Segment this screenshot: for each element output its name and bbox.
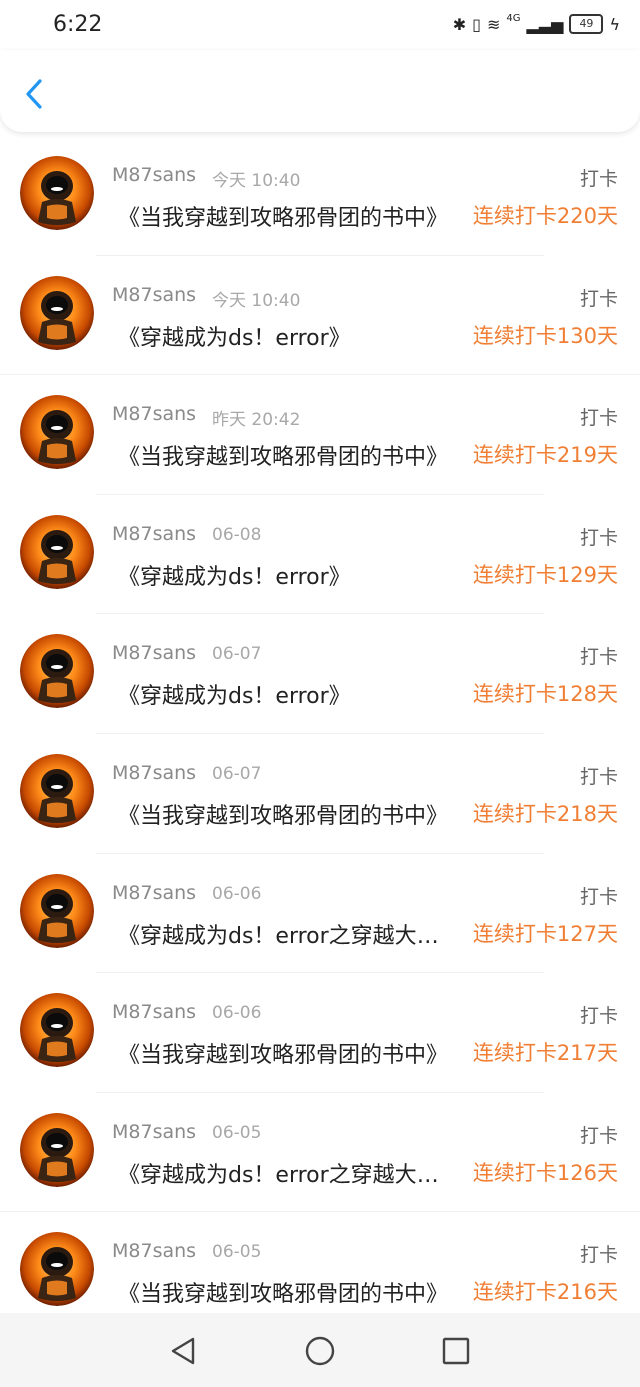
home-circle-icon[interactable] [304, 1335, 336, 1367]
battery-level: 49 [579, 17, 594, 30]
back-chevron-icon[interactable] [18, 76, 54, 112]
action-label: 打卡 [579, 168, 618, 190]
action-label: 打卡 [579, 407, 618, 430]
book-title[interactable]: 《当我穿越到攻略邪骨团的书中》 [118, 798, 460, 830]
book-title[interactable]: 《穿越成为ds！error》 [118, 678, 460, 710]
list-item[interactable]: M87sans 06-05 打卡 《穿越成为ds！error之穿越大冒险》 连续… [0, 1093, 640, 1213]
avatar[interactable] [20, 395, 94, 470]
list-item[interactable]: M87sans 06-07 打卡 《当我穿越到攻略邪骨团的书中》 连续打卡218… [0, 734, 640, 854]
status-icons: ✱ ▯ ≋ 4G ▂▃▅ 49 ϟ [452, 12, 620, 34]
signal-icon: ▂▃▅ [526, 14, 564, 34]
list-item[interactable]: M87sans 06-07 打卡 《穿越成为ds！error》 连续打卡128天 [0, 614, 640, 734]
username[interactable]: M87sans [112, 882, 196, 904]
username[interactable]: M87sans [112, 1121, 196, 1143]
post-time: 昨天 20:42 [212, 410, 301, 431]
vibrate-icon: ▯ [472, 14, 481, 34]
action-label: 打卡 [579, 646, 618, 669]
recents-square-icon[interactable] [440, 1335, 472, 1367]
action-label: 打卡 [579, 765, 618, 788]
avatar[interactable] [20, 514, 94, 589]
streak-label: 连续打卡218天 [472, 801, 618, 826]
avatar[interactable] [20, 1232, 94, 1307]
book-title[interactable]: 《穿越成为ds！error之穿越大冒险》 [118, 1157, 460, 1189]
username[interactable]: M87sans [112, 762, 196, 784]
username[interactable]: M87sans [112, 1001, 196, 1023]
post-time: 06-05 [212, 1122, 262, 1143]
book-title[interactable]: 《穿越成为ds！error》 [118, 559, 460, 591]
nav-back-button[interactable] [167, 1335, 199, 1367]
streak-label: 连续打卡217天 [472, 1041, 618, 1066]
post-time: 06-06 [212, 1003, 262, 1024]
username[interactable]: M87sans [112, 164, 196, 186]
post-time: 06-07 [212, 644, 262, 665]
post-time: 06-05 [212, 1242, 262, 1263]
streak-label: 连续打卡130天 [472, 323, 618, 348]
action-label: 打卡 [579, 526, 618, 549]
book-title[interactable]: 《穿越成为ds！error》 [118, 320, 460, 352]
top-header [0, 50, 640, 132]
list-item[interactable]: M87sans 今天 10:40 打卡 《穿越成为ds！error》 连续打卡1… [0, 256, 640, 376]
post-time: 今天 10:40 [212, 290, 301, 311]
book-title[interactable]: 《当我穿越到攻略邪骨团的书中》 [118, 439, 460, 471]
action-label: 打卡 [579, 1244, 618, 1267]
streak-label: 连续打卡127天 [472, 921, 618, 946]
username[interactable]: M87sans [112, 284, 196, 306]
list-item[interactable]: M87sans 昨天 20:42 打卡 《当我穿越到攻略邪骨团的书中》 连续打卡… [0, 375, 640, 495]
avatar[interactable] [20, 1112, 94, 1187]
username[interactable]: M87sans [112, 642, 196, 664]
streak-label: 连续打卡126天 [472, 1160, 618, 1185]
wifi-icon: ≋ [486, 14, 501, 34]
avatar[interactable] [20, 753, 94, 828]
network-type: 4G [506, 12, 521, 24]
book-title[interactable]: 《当我穿越到攻略邪骨团的书中》 [118, 1276, 460, 1308]
post-time: 06-07 [212, 763, 262, 784]
username[interactable]: M87sans [112, 403, 196, 425]
username[interactable]: M87sans [112, 523, 196, 545]
streak-label: 连续打卡128天 [472, 682, 618, 707]
book-title[interactable]: 《穿越成为ds！error之穿越大冒险》 [118, 918, 460, 950]
back-button[interactable] [18, 76, 54, 112]
username[interactable]: M87sans [112, 1240, 196, 1262]
streak-label: 连续打卡129天 [472, 562, 618, 587]
avatar[interactable] [20, 993, 94, 1068]
system-nav-bar [0, 1313, 640, 1387]
avatar[interactable] [20, 873, 94, 948]
streak-label: 连续打卡216天 [472, 1280, 618, 1305]
avatar[interactable] [20, 156, 94, 230]
action-label: 打卡 [579, 1124, 618, 1147]
list-item[interactable]: M87sans 06-08 打卡 《穿越成为ds！error》 连续打卡129天 [0, 495, 640, 615]
list-item[interactable]: M87sans 06-06 打卡 《当我穿越到攻略邪骨团的书中》 连续打卡217… [0, 973, 640, 1093]
action-label: 打卡 [579, 287, 618, 310]
back-triangle-icon[interactable] [167, 1335, 199, 1367]
list-item[interactable]: M87sans 06-06 打卡 《穿越成为ds！error之穿越大冒险》 连续… [0, 854, 640, 974]
list-item[interactable]: M87sans 今天 10:40 打卡 《当我穿越到攻略邪骨团的书中》 连续打卡… [0, 136, 640, 256]
book-title[interactable]: 《当我穿越到攻略邪骨团的书中》 [118, 200, 460, 232]
status-time: 6:22 [53, 12, 103, 37]
avatar[interactable] [20, 275, 94, 350]
streak-label: 连续打卡220天 [472, 204, 618, 228]
charging-icon: ϟ [609, 14, 620, 34]
book-title[interactable]: 《当我穿越到攻略邪骨团的书中》 [118, 1037, 460, 1069]
action-label: 打卡 [579, 885, 618, 908]
post-time: 06-06 [212, 883, 262, 904]
battery-icon: 49 [569, 14, 604, 34]
avatar[interactable] [20, 634, 94, 709]
nav-home-button[interactable] [304, 1335, 336, 1367]
status-bar: 6:22 ✱ ▯ ≋ 4G ▂▃▅ 49 ϟ [0, 0, 640, 50]
streak-label: 连续打卡219天 [472, 443, 618, 468]
bluetooth-icon: ✱ [452, 14, 467, 34]
post-time: 06-08 [212, 524, 262, 545]
action-label: 打卡 [579, 1005, 618, 1028]
post-time: 今天 10:40 [212, 171, 301, 191]
nav-recents-button[interactable] [440, 1335, 472, 1367]
checkin-list: M87sans 今天 10:40 打卡 《当我穿越到攻略邪骨团的书中》 连续打卡… [0, 136, 640, 1332]
